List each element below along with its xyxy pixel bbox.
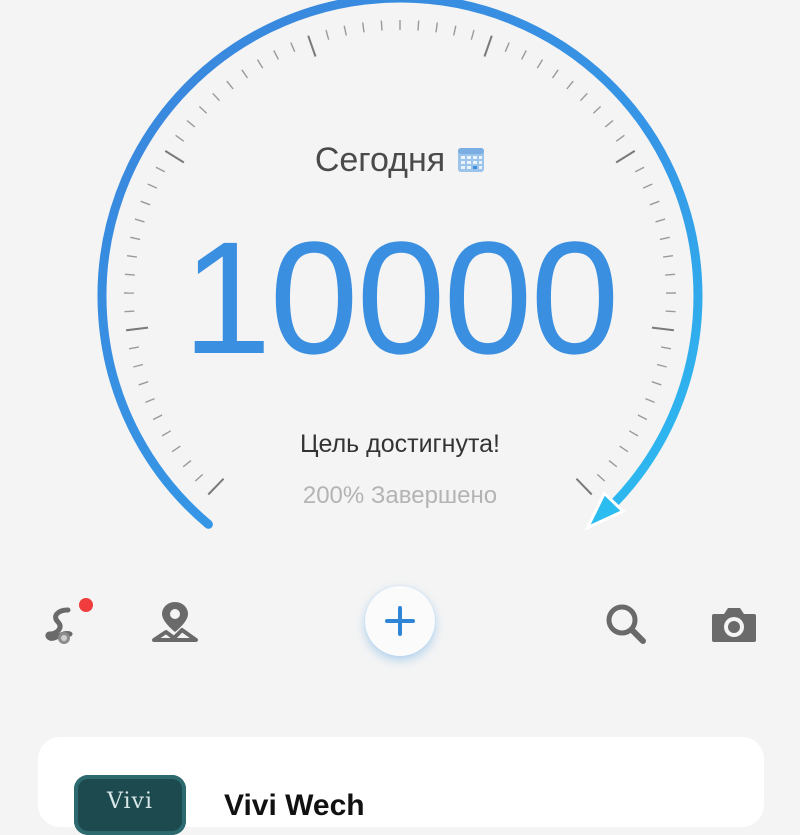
gauge-tick: [145, 399, 154, 403]
gauge-tick: [274, 51, 279, 60]
gauge-tick: [258, 60, 263, 69]
gauge-tick: [195, 474, 202, 481]
search-button[interactable]: [598, 596, 654, 652]
gauge-tick: [537, 60, 542, 69]
gauge-tick: [605, 121, 613, 127]
gauge-major-tick: [308, 36, 315, 57]
gauge-major-tick: [485, 36, 492, 57]
gauge-tick: [153, 415, 162, 420]
goal-status: Цель достигнута!: [0, 430, 800, 459]
gauge-tick: [581, 93, 588, 100]
gauge-tick: [418, 21, 419, 31]
gauge-tick: [213, 93, 220, 100]
map-button[interactable]: [146, 596, 202, 652]
gauge-tick: [227, 81, 233, 89]
gauge-tick: [643, 184, 652, 188]
gauge-tick: [652, 382, 662, 385]
gauge-tick: [187, 121, 195, 127]
card-thumbnail-logo: Vivi: [86, 789, 174, 814]
gauge-tick: [593, 107, 600, 114]
gauge-tick: [471, 30, 474, 40]
gauge-tick: [242, 70, 248, 78]
card-thumbnail: Vivi: [74, 775, 186, 835]
calendar-icon: [457, 146, 485, 174]
gauge-tick: [436, 23, 437, 33]
route-icon: [38, 596, 94, 652]
gauge-tick: [139, 382, 149, 385]
gauge-tick: [638, 415, 647, 420]
route-button[interactable]: [38, 596, 94, 652]
gauge-tick: [645, 399, 654, 403]
gauge-tick: [141, 201, 150, 205]
search-icon: [598, 596, 654, 652]
gauge-tick: [609, 461, 617, 467]
gauge-tick: [344, 26, 346, 36]
gauge-tick: [650, 201, 659, 205]
gauge-tick: [597, 474, 604, 481]
add-button[interactable]: [365, 586, 435, 656]
gauge-tick: [505, 43, 509, 52]
gauge-tick: [291, 43, 295, 52]
date-selector[interactable]: Сегодня: [0, 138, 800, 182]
gauge-tick: [326, 30, 329, 40]
gauge-tick: [567, 81, 573, 89]
gauge-tick: [454, 26, 456, 36]
gauge-tick: [381, 21, 382, 31]
notification-dot-icon: [79, 598, 93, 612]
camera-icon: [706, 596, 762, 652]
gauge-tick: [522, 51, 527, 60]
step-count: 10000: [0, 218, 800, 378]
gauge-tick: [363, 23, 364, 33]
camera-button[interactable]: [706, 596, 762, 652]
gauge-tick: [148, 184, 157, 188]
map-pin-icon: [146, 596, 202, 652]
gauge-tick: [183, 461, 191, 467]
app-card[interactable]: Vivi Vivi Wech: [38, 737, 764, 827]
plus-icon: [383, 604, 417, 638]
gauge-tick: [553, 70, 559, 78]
card-title: Vivi Wech: [224, 789, 365, 823]
completion-percent: 200% Завершено: [0, 482, 800, 510]
gauge-tick: [199, 107, 206, 114]
date-label: Сегодня: [315, 141, 445, 180]
